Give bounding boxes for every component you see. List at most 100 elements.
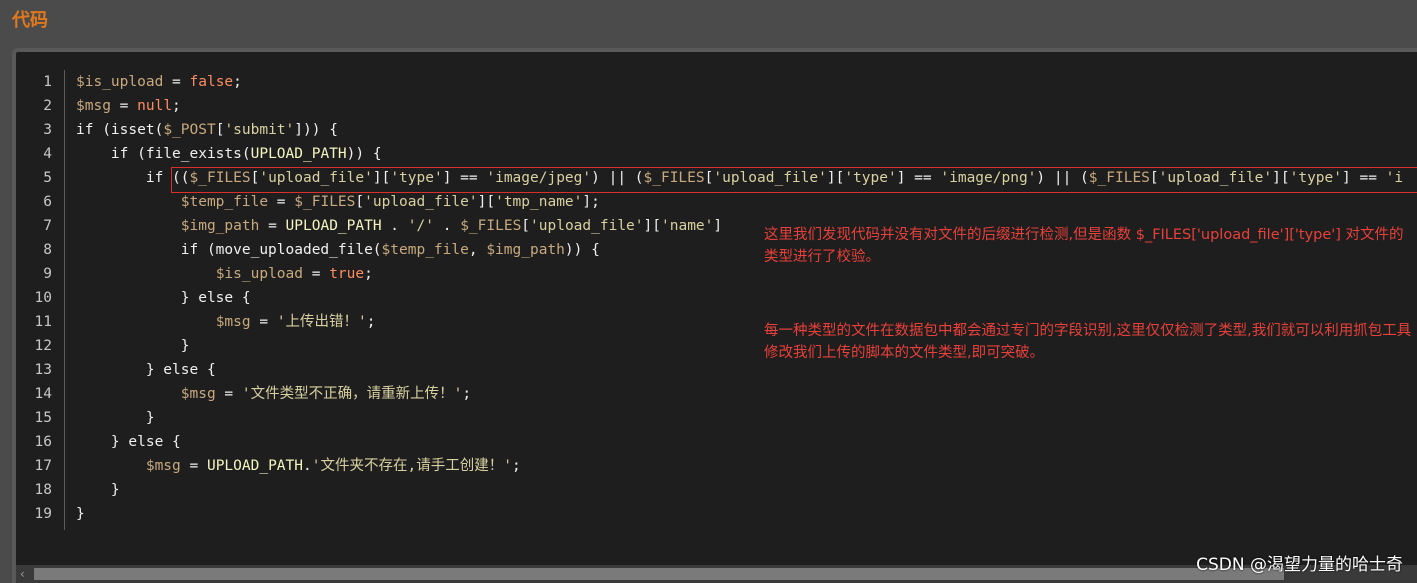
code-token: ; <box>364 266 373 282</box>
line-number: 15 <box>34 410 52 426</box>
annotation-2: 每一种类型的文件在数据包中都会通过专门的字段识别,这里仅仅检测了类型,我们就可以… <box>764 323 1412 361</box>
code-token: = <box>180 458 207 474</box>
code-token: $_FILES <box>460 218 522 234</box>
code-token: = <box>268 194 295 210</box>
code-token: if (isset( <box>76 122 164 138</box>
line-number: 8 <box>43 242 52 258</box>
code-token: } <box>76 338 190 354</box>
code-token: UPLOAD_PATH <box>206 458 303 474</box>
code-token: )) { <box>564 242 600 258</box>
line-number: 10 <box>34 290 52 306</box>
code-line: } <box>76 406 155 430</box>
code-token: 'tmp_name' <box>495 194 583 210</box>
code-token: . <box>303 458 312 474</box>
line-number: 2 <box>43 98 52 114</box>
code-token: $temp_file <box>381 242 469 258</box>
code-token: = <box>303 266 330 282</box>
code-token: $img_path <box>486 242 565 258</box>
code-token: } <box>76 482 120 498</box>
line-number: 6 <box>43 194 52 210</box>
code-token: } <box>76 506 85 522</box>
code-token: = <box>250 314 277 330</box>
code-token: = <box>163 74 190 90</box>
code-line: } <box>76 478 120 502</box>
code-token: $msg <box>145 458 181 474</box>
code-line: $img_path = UPLOAD_PATH . '/' . $_FILES[… <box>76 214 722 238</box>
scroll-thumb[interactable] <box>34 568 1284 580</box>
code-token: } else { <box>76 434 181 450</box>
line-number: 1 <box>43 74 52 90</box>
code-line: $msg = '文件类型不正确，请重新上传！'; <box>76 382 471 406</box>
code-line: } <box>76 334 190 358</box>
code-token: '上传出错！' <box>276 314 367 330</box>
code-token: $msg <box>76 98 111 114</box>
code-token: ]; <box>582 194 600 210</box>
code-token: ; <box>366 314 376 330</box>
code-token: 'submit' <box>224 122 295 138</box>
line-number: 3 <box>43 122 52 138</box>
scroll-left-icon[interactable]: ‹ <box>20 567 25 581</box>
line-number: 12 <box>34 338 52 354</box>
code-token: ; <box>511 458 521 474</box>
code-token: ][ <box>643 218 661 234</box>
code-token: null <box>137 98 173 114</box>
code-line: $is_upload = true; <box>76 262 373 286</box>
code-line: $msg = UPLOAD_PATH.'文件夹不存在,请手工创建！'; <box>76 454 521 478</box>
code-line: $temp_file = $_FILES['upload_file']['tmp… <box>76 190 600 214</box>
code-token: [ <box>521 218 531 234</box>
code-token: $_FILES <box>294 194 356 210</box>
line-number: 4 <box>43 146 52 162</box>
code-token: if (file_exists( <box>76 146 251 162</box>
code-token: ; <box>172 98 181 114</box>
code-token: $is_upload <box>215 266 303 282</box>
line-number: 17 <box>34 458 52 474</box>
line-number: 5 <box>43 170 52 186</box>
code-token: 'name' <box>661 218 714 234</box>
code-token: '文件类型不正确，请重新上传！' <box>241 386 463 402</box>
code-token: 'upload_file' <box>530 218 644 234</box>
line-number: 16 <box>34 434 52 450</box>
code-line: if (isset($_POST['submit'])) { <box>76 118 338 142</box>
code-token: . <box>433 218 461 234</box>
code-line: if (file_exists(UPLOAD_PATH)) { <box>76 142 382 166</box>
highlight-box <box>171 167 1417 193</box>
code-token: ])) { <box>294 122 338 138</box>
code-token: )) { <box>346 146 382 162</box>
line-number: 7 <box>43 218 52 234</box>
code-token: true <box>329 266 365 282</box>
code-token: '文件夹不存在,请手工创建！' <box>311 458 512 474</box>
code-token: $msg <box>180 386 216 402</box>
code-token: , <box>468 242 487 258</box>
code-token: = <box>110 98 138 114</box>
code-token: false <box>189 74 234 90</box>
code-token: if (move_uploaded_file( <box>76 242 382 258</box>
code-token: $msg <box>215 314 251 330</box>
code-line: if (move_uploaded_file($temp_file, $img_… <box>76 238 600 262</box>
code-line: $msg = '上传出错！'; <box>76 310 376 334</box>
line-number: 14 <box>34 386 52 402</box>
code-token: [ <box>355 194 365 210</box>
code-token: $temp_file <box>180 194 269 210</box>
code-line: } <box>76 502 85 526</box>
gutter-separator <box>64 70 65 530</box>
code-token: = <box>215 386 242 402</box>
code-token: ] <box>713 218 723 234</box>
code-token: UPLOAD_PATH <box>285 218 382 234</box>
page-title: 代码 <box>12 10 48 31</box>
code-line: $msg = null; <box>76 94 181 118</box>
code-token: = <box>259 218 286 234</box>
code-token: ; <box>233 74 242 90</box>
code-token: 'upload_file' <box>364 194 478 210</box>
code-line: $is_upload = false; <box>76 70 242 94</box>
line-number: 18 <box>34 482 52 498</box>
line-number: 19 <box>34 506 52 522</box>
code-token: ; <box>462 386 472 402</box>
code-token: } else { <box>76 290 251 306</box>
code-line: } else { <box>76 430 181 454</box>
code-panel: 1 $is_upload = false; 2 $msg = null; 3 if (is… <box>12 48 1417 583</box>
